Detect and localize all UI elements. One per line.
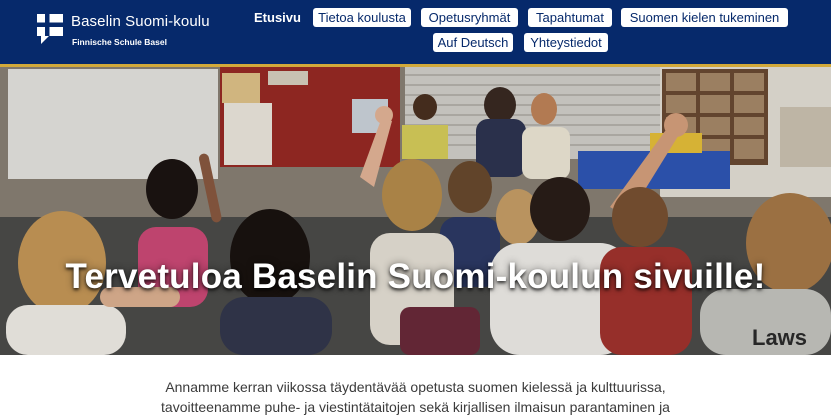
hero-banner: Laws Tervetuloa Baselin Suomi-koulun siv… [0,67,831,355]
intro-text: Annamme kerran viikossa täydentävää opet… [150,377,681,415]
site-title[interactable]: Baselin Suomi-koulu [71,13,210,30]
nav-link-auf-deutsch[interactable]: Auf Deutsch [433,33,513,52]
site-subtitle: Finnische Schule Basel [72,37,167,47]
site-header: Baselin Suomi-koulu Finnische Schule Bas… [0,0,831,64]
nav-link-opetusryhmat[interactable]: Opetusryhmät [421,8,518,27]
hero-title: Tervetuloa Baselin Suomi-koulun sivuille… [65,257,766,296]
nav-link-tietoa-koulusta[interactable]: Tietoa koulusta [313,8,411,27]
classroom-children-raising-hands-photo: Laws [0,67,831,355]
nav-link-tapahtumat[interactable]: Tapahtumat [528,8,612,27]
nav-link-yhteystiedot[interactable]: Yhteystiedot [524,33,608,52]
nav-link-suomen-kielen-tukeminen[interactable]: Suomen kielen tukeminen [621,8,788,27]
intro-line: tavoitteenamme puhe- ja viestintätaitoje… [161,399,670,415]
nav-link-etusivu[interactable]: Etusivu [254,10,301,25]
intro-line: Annamme kerran viikossa täydentävää opet… [165,379,666,395]
finnish-flag-speech-bubble-icon[interactable] [35,12,65,46]
